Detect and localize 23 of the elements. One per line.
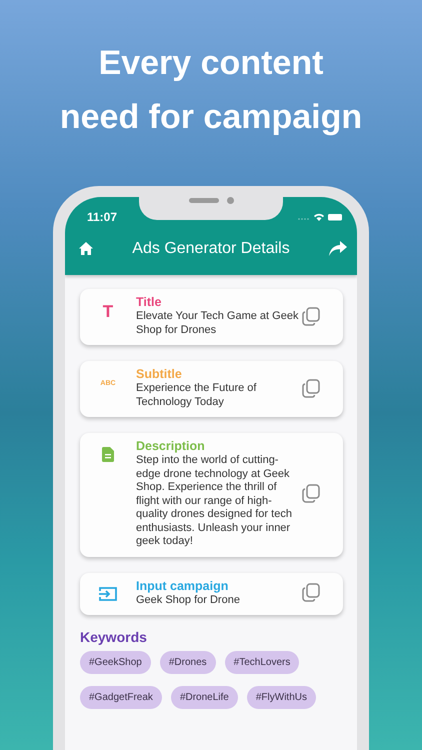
- card-label: Subtitle: [136, 367, 183, 382]
- card-text: Elevate Your Tech Game at Geek Shop for Drones: [136, 310, 299, 337]
- keyword-tag: #Drones: [160, 651, 216, 674]
- share-button[interactable]: [327, 239, 349, 258]
- screen-title: Ads Generator Details: [132, 240, 290, 258]
- card-label: Title: [136, 295, 162, 310]
- headline-text: need for campaign: [60, 98, 362, 136]
- keyword-tag: #TechLovers: [224, 651, 300, 674]
- keyword-tag: #GeekShop: [80, 651, 151, 674]
- status-icons: [297, 212, 343, 222]
- keyword-tag: #DroneLife: [170, 686, 238, 709]
- keywords-heading: Keywords: [80, 629, 148, 645]
- keyword-tag: #FlyWithUs: [246, 686, 316, 709]
- headline-text: Every content: [98, 44, 324, 82]
- home-button[interactable]: [77, 240, 95, 257]
- card-text: Experience the Future of Technology Today: [136, 382, 258, 409]
- card-text: Step into the world of cutting-edge drone technology at Geek Shop. Experience the thrill of flight with our range of high-quality drones designed for tech enthusiasts. Unleash your inner geek today!: [136, 454, 293, 548]
- status-time: 11:07: [87, 210, 118, 224]
- keyword-tag: #GadgetFreak: [80, 686, 162, 709]
- card-label: Input campaign: [136, 578, 230, 594]
- text-icon: T: [102, 303, 114, 320]
- card-label: Description: [136, 439, 206, 454]
- card-text: Geek Shop for Drone: [136, 594, 241, 607]
